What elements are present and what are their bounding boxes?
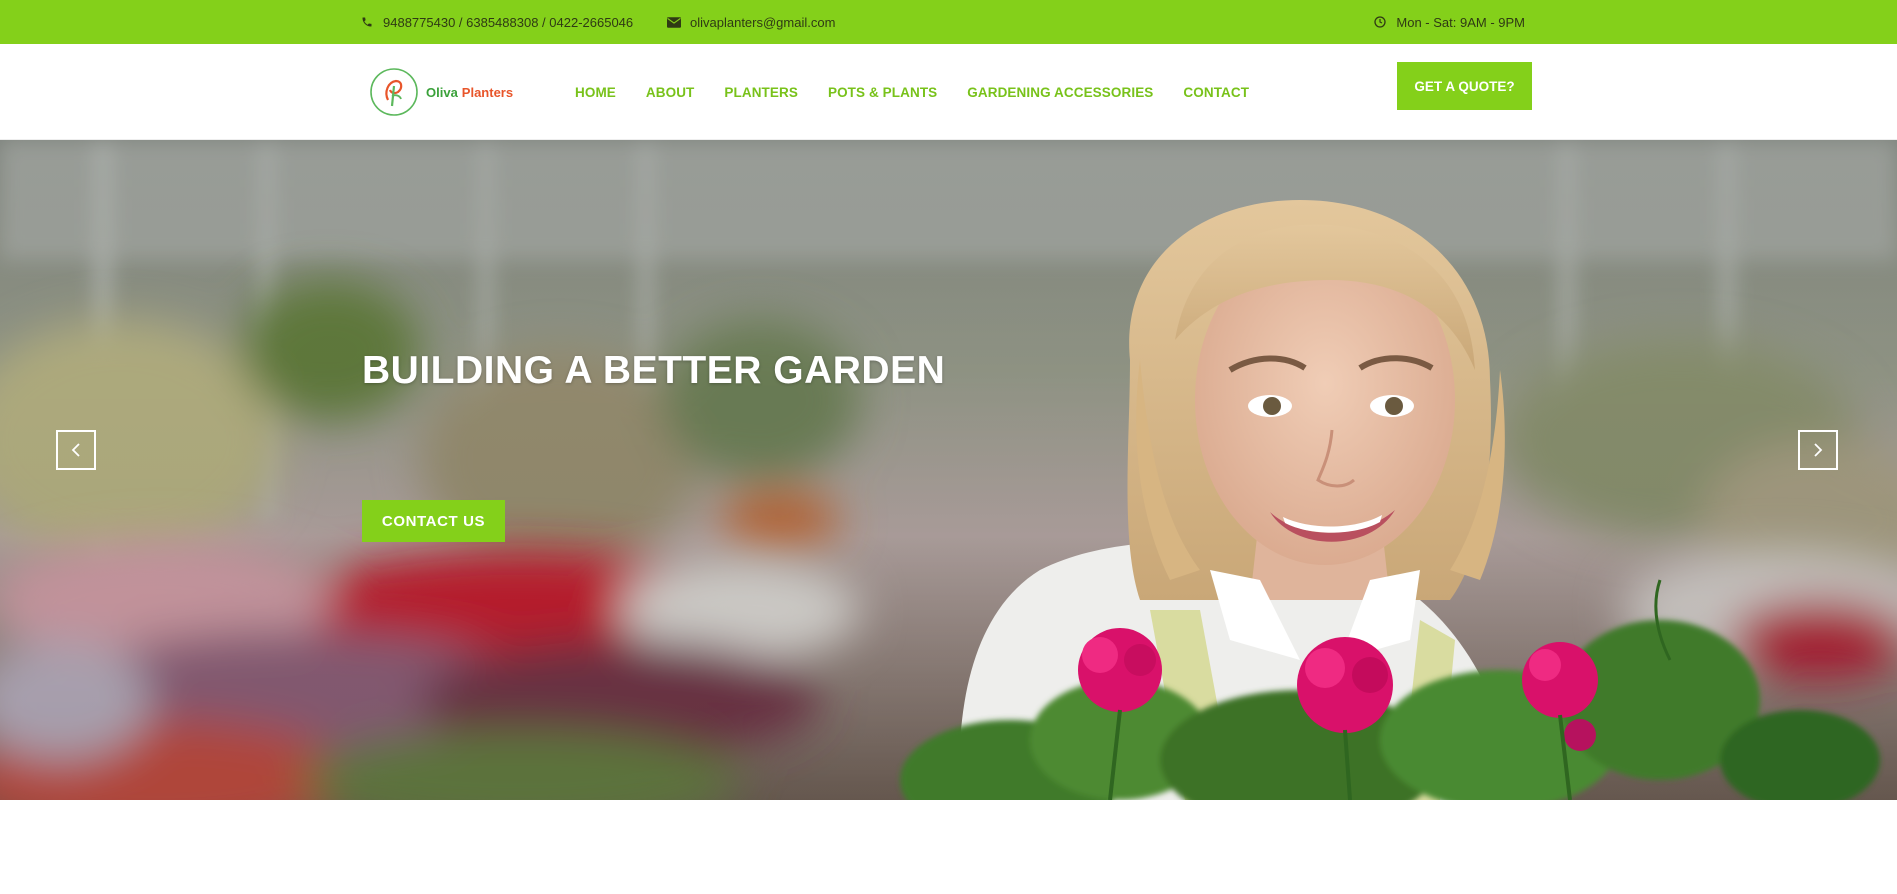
- business-hours: Mon - Sat: 9AM - 9PM: [1373, 0, 1525, 44]
- get-quote-button[interactable]: GET A QUOTE?: [1397, 62, 1532, 110]
- page-content-area: [0, 800, 1897, 894]
- nav-about[interactable]: ABOUT: [646, 85, 695, 100]
- hours-text: Mon - Sat: 9AM - 9PM: [1396, 14, 1525, 30]
- site-header: Oliva Planters HOME ABOUT PLANTERS POTS &…: [0, 44, 1897, 140]
- main-navigation: HOME ABOUT PLANTERS POTS & PLANTS GARDEN…: [575, 44, 1279, 140]
- nav-pots-plants[interactable]: POTS & PLANTS: [828, 85, 937, 100]
- hero-slider: BUILDING A BETTER GARDEN CONTACT US: [0, 140, 1897, 800]
- phone-info: 9488775430 / 6385488308 / 0422-2665046: [360, 0, 633, 44]
- logo-emblem-icon: [370, 68, 418, 116]
- phone-numbers[interactable]: 9488775430 / 6385488308 / 0422-2665046: [383, 15, 633, 30]
- nav-gardening-accessories[interactable]: GARDENING ACCESSORIES: [967, 85, 1153, 100]
- clock-icon: [1373, 15, 1387, 29]
- nav-home[interactable]: HOME: [575, 85, 616, 100]
- email-info: olivaplanters@gmail.com: [667, 0, 835, 44]
- logo-word-oliva: Oliva: [426, 84, 458, 100]
- envelope-icon: [667, 15, 681, 29]
- top-bar-container: 9488775430 / 6385488308 / 0422-2665046 o…: [360, 0, 1537, 44]
- nav-contact[interactable]: CONTACT: [1183, 85, 1249, 100]
- logo-word-planters: Planters: [461, 84, 514, 100]
- chevron-right-icon: [1814, 443, 1823, 457]
- top-contact-bar: 9488775430 / 6385488308 / 0422-2665046 o…: [0, 0, 1897, 44]
- hero-background-image: [0, 140, 1897, 800]
- site-logo[interactable]: Oliva Planters: [368, 66, 528, 118]
- email-address[interactable]: olivaplanters@gmail.com: [690, 15, 835, 30]
- logo-wordmark: Oliva Planters: [426, 85, 513, 100]
- nav-planters[interactable]: PLANTERS: [724, 85, 798, 100]
- phone-icon: [360, 15, 374, 29]
- slider-prev-button[interactable]: [56, 430, 96, 470]
- chevron-left-icon: [71, 443, 80, 457]
- contact-us-button[interactable]: CONTACT US: [362, 500, 505, 542]
- slider-next-button[interactable]: [1798, 430, 1838, 470]
- hero-title: BUILDING A BETTER GARDEN: [362, 349, 946, 392]
